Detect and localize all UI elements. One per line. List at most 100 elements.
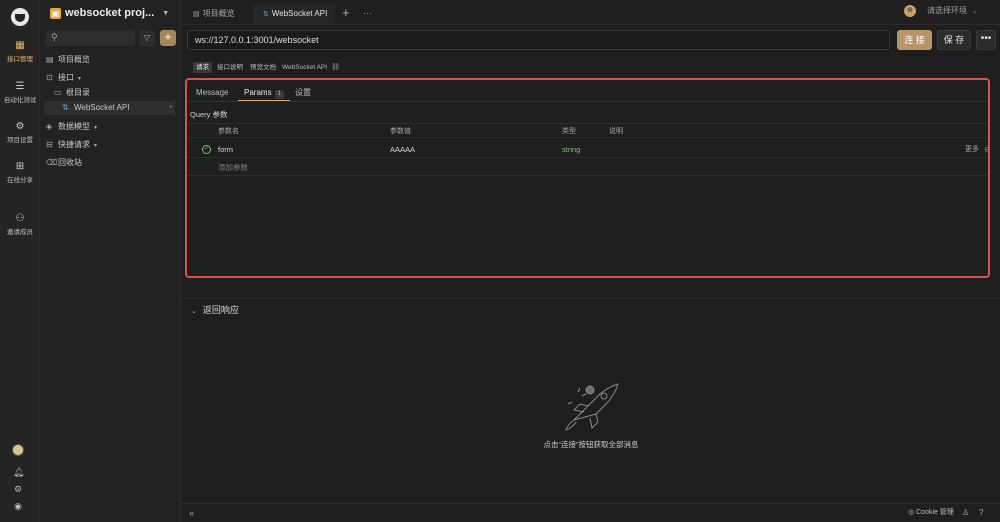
avatar[interactable]: [12, 444, 24, 456]
more-link[interactable]: 更多: [965, 141, 979, 158]
app-logo-icon: [11, 8, 29, 26]
tree-item-quick-request[interactable]: ⊟ 快捷请求 ▾: [46, 138, 97, 152]
overview-icon: ▤: [193, 11, 200, 18]
tree-label: 快捷请求: [58, 140, 90, 149]
cookie-icon: ◎: [908, 509, 915, 516]
tree-item-models[interactable]: ◈ 数据模型 ▾: [46, 120, 97, 134]
add-param-row[interactable]: 添加参数: [187, 159, 988, 176]
trash-icon: ⌫: [46, 158, 58, 167]
url-input[interactable]: ws://127.0.0.1:3001/websocket: [187, 30, 890, 50]
shirt-icon[interactable]: ♙: [962, 507, 969, 519]
filter-button[interactable]: ▽: [139, 30, 155, 46]
filter-icon: ▽: [143, 33, 151, 42]
help-icon[interactable]: ?: [979, 507, 983, 519]
test-icon: ☰: [15, 81, 25, 92]
caret-down-icon: ▾: [94, 143, 98, 149]
gear-icon[interactable]: ⚙: [13, 484, 23, 494]
folder-icon: ▭: [54, 88, 62, 97]
left-rail: ▦ 接口管理 ☰ 自动化测试 ⚙ 项目设置 ⊞ 在线分享 ⚇ 邀请成员 🔔︎ ⚙…: [0, 0, 40, 522]
tree-item-api[interactable]: ⊡ 接口 ▾: [46, 71, 81, 85]
collapse-sidebar-icon[interactable]: «: [189, 507, 194, 519]
chevron-down-icon: ⌄: [972, 9, 978, 15]
rail-item-online-share[interactable]: ⊞ 在线分享: [0, 162, 40, 185]
more-tabs-button[interactable]: ···: [363, 4, 372, 22]
empty-state-text: 点击“连接”按钮获取全部消息: [543, 440, 639, 449]
tree-label: 回收站: [58, 158, 82, 167]
divider: [181, 298, 1000, 299]
tree-item-overview[interactable]: ▤ 项目概览: [46, 53, 90, 67]
rail-item-label: 自动化测试: [3, 97, 37, 104]
invite-icon: ⚇: [15, 213, 25, 224]
response-section-toggle[interactable]: ⌄ 返回响应: [191, 304, 239, 318]
response-title: 返回响应: [202, 305, 239, 315]
tab-label: WebSocket API: [271, 9, 328, 18]
query-params-label: Query 参数: [190, 110, 228, 119]
info-icon[interactable]: ⊖: [984, 141, 991, 158]
overview-icon: ▤: [46, 55, 54, 64]
tree-item-root[interactable]: ▭ 根目录: [54, 86, 90, 100]
tab-project-overview[interactable]: ▤ 项目概览: [183, 4, 249, 24]
tab-message[interactable]: Message: [196, 84, 228, 101]
connect-button[interactable]: 连 接: [897, 30, 932, 50]
param-type[interactable]: string: [562, 141, 580, 158]
environment-placeholder: 请选择环境: [927, 6, 967, 15]
project-icon: ▣: [50, 7, 61, 19]
save-button[interactable]: 保 存: [937, 30, 971, 50]
project-name: websocket proj...: [65, 7, 155, 19]
column-header: 类型: [562, 128, 576, 135]
rail-item-label: 在线分享: [7, 177, 33, 184]
settings-icon: ⚙: [15, 121, 25, 132]
column-header: 说明: [609, 128, 623, 135]
add-param-placeholder[interactable]: 添加参数: [218, 159, 248, 176]
empty-rocket-illustration: [565, 383, 619, 431]
rail-item-project-settings[interactable]: ⚙ 项目设置: [0, 121, 40, 145]
bell-icon[interactable]: 🔔︎: [13, 467, 24, 477]
tree-item-websocket-api[interactable]: ⇅ WebSocket API •: [44, 101, 175, 115]
help-icon[interactable]: ◉: [13, 501, 23, 511]
rail-item-auto-test[interactable]: ☰ 自动化测试: [0, 81, 40, 105]
tree-label: WebSocket API: [74, 103, 130, 112]
subtab-request[interactable]: 请求: [193, 62, 212, 73]
tab-params[interactable]: Params 1: [238, 84, 290, 101]
cookie-manager-button[interactable]: ◎ Cookie 管理: [908, 507, 954, 519]
tab-label: Params: [244, 88, 272, 97]
project-switcher[interactable]: ▣ websocket proj... ▼: [50, 6, 169, 20]
websocket-icon: ⇅: [62, 103, 69, 112]
table-row: ✓ form AAAAA string 更多 ⊖: [187, 141, 991, 158]
check-icon[interactable]: ✓: [202, 145, 211, 154]
rail-item-label: 接口管理: [7, 56, 33, 63]
subtab-api-doc[interactable]: 接口说明: [214, 62, 246, 73]
item-more-icon[interactable]: •: [170, 101, 172, 115]
request-panel: Message Params 1 设置 Query 参数 参数名 参数值 类型 说…: [185, 78, 991, 278]
link-icon[interactable]: ⛓: [331, 62, 340, 73]
tab-settings[interactable]: 设置: [295, 84, 311, 101]
api-icon: ▦: [15, 40, 25, 51]
app-window: ▦ 接口管理 ☰ 自动化测试 ⚙ 项目设置 ⊞ 在线分享 ⚇ 邀请成员 🔔︎ ⚙…: [0, 0, 1000, 522]
tab-bar: ▤ 项目概览 ⇅ WebSocket API + ··· ⊕ 请选择环境 ⌄: [181, 0, 1000, 25]
rail-item-label: 邀请成员: [7, 229, 33, 236]
add-tab-button[interactable]: +: [342, 4, 350, 22]
tree-label: 接口: [58, 73, 74, 82]
more-button[interactable]: •••: [976, 30, 996, 50]
rail-item-api-management[interactable]: ▦ 接口管理: [0, 40, 40, 64]
tree-item-trash[interactable]: ⌫回收站: [46, 156, 82, 170]
tab-websocket-api[interactable]: ⇅ WebSocket API: [253, 4, 335, 24]
quick-request-icon: ⊟: [46, 140, 53, 149]
column-header: 参数名: [218, 128, 239, 135]
tree-label: 项目概览: [58, 55, 90, 64]
caret-down-icon: ▼: [162, 9, 170, 17]
side-search-input[interactable]: ⚲: [46, 30, 135, 46]
rail-item-invite-members[interactable]: ⚇ 邀请成员: [0, 213, 40, 237]
add-button[interactable]: +: [160, 30, 176, 46]
chevron-down-icon: ⌄: [191, 308, 197, 315]
search-icon: ⚲: [51, 32, 58, 42]
status-bar: « ◎ Cookie 管理 ♙ ?: [181, 503, 1000, 522]
param-value[interactable]: AAAAA: [390, 141, 415, 158]
environment-select[interactable]: 请选择环境 ⌄: [927, 5, 977, 18]
tab-label: 项目概览: [202, 9, 235, 18]
plus-icon: +: [164, 30, 172, 44]
param-name[interactable]: form: [218, 141, 233, 158]
subtab-preview-doc[interactable]: 预览文档: [247, 62, 279, 73]
websocket-icon: ⇅: [263, 11, 269, 18]
tree-label: 根目录: [66, 88, 90, 97]
